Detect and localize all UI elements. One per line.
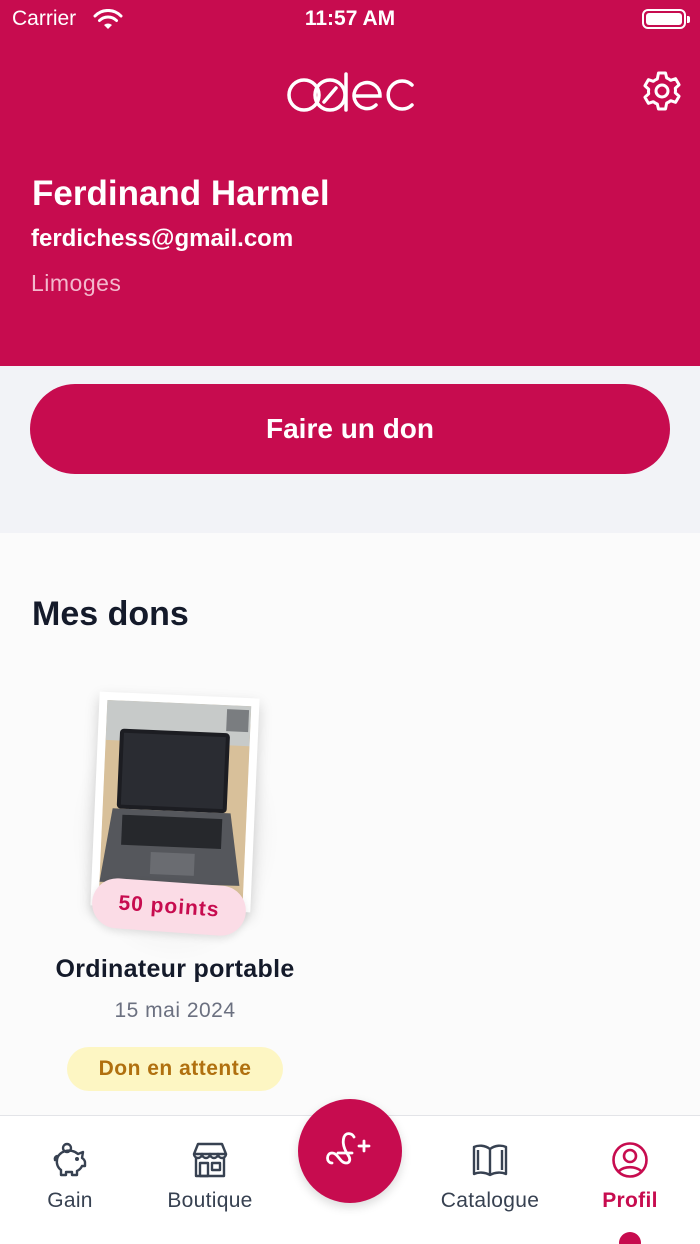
tab-profil[interactable]: Profil xyxy=(560,1116,700,1244)
status-badge: Don en attente xyxy=(67,1047,283,1091)
donate-button[interactable]: Faire un don xyxy=(30,384,670,474)
gear-icon[interactable] xyxy=(640,69,684,113)
tab-catalogue[interactable]: Catalogue xyxy=(420,1116,560,1244)
store-icon xyxy=(192,1142,228,1178)
user-email: ferdichess@gmail.com xyxy=(31,225,294,252)
status-bar: Carrier 11:57 AM xyxy=(0,0,700,40)
user-city: Limoges xyxy=(31,270,122,296)
colec-logo xyxy=(287,72,414,112)
donation-date: 15 mai 2024 xyxy=(114,999,236,1022)
donations-section: Mes dons 50 points Ordinateur portable 1… xyxy=(0,533,700,1116)
donation-title: Ordinateur portable xyxy=(55,955,295,983)
tab-label: Profil xyxy=(602,1189,658,1212)
tab-boutique[interactable]: Boutique xyxy=(140,1116,280,1244)
tab-label: Catalogue xyxy=(440,1189,540,1212)
points-badge: 50 points xyxy=(90,876,248,938)
user-name: Ferdinand Harmel xyxy=(32,174,330,213)
user-circle-icon xyxy=(612,1142,648,1178)
tab-gain[interactable]: Gain xyxy=(0,1116,140,1244)
add-donation-button[interactable] xyxy=(298,1099,402,1203)
donation-card[interactable]: 50 points Ordinateur portable 15 mai 202… xyxy=(0,683,350,1093)
section-title: Mes dons xyxy=(32,595,189,633)
tab-label: Boutique xyxy=(167,1189,253,1212)
book-icon xyxy=(472,1144,508,1177)
piggy-bank-icon xyxy=(53,1142,87,1177)
status-time: 11:57 AM xyxy=(304,7,396,30)
donation-photo xyxy=(98,699,252,905)
tab-label: Gain xyxy=(47,1189,93,1212)
profile-header: Carrier 11:57 AM Ferdinand Harmel ferdic… xyxy=(0,0,700,366)
add-donation-icon xyxy=(326,1132,371,1165)
laptop-photo xyxy=(98,699,252,905)
battery-icon xyxy=(642,9,690,29)
